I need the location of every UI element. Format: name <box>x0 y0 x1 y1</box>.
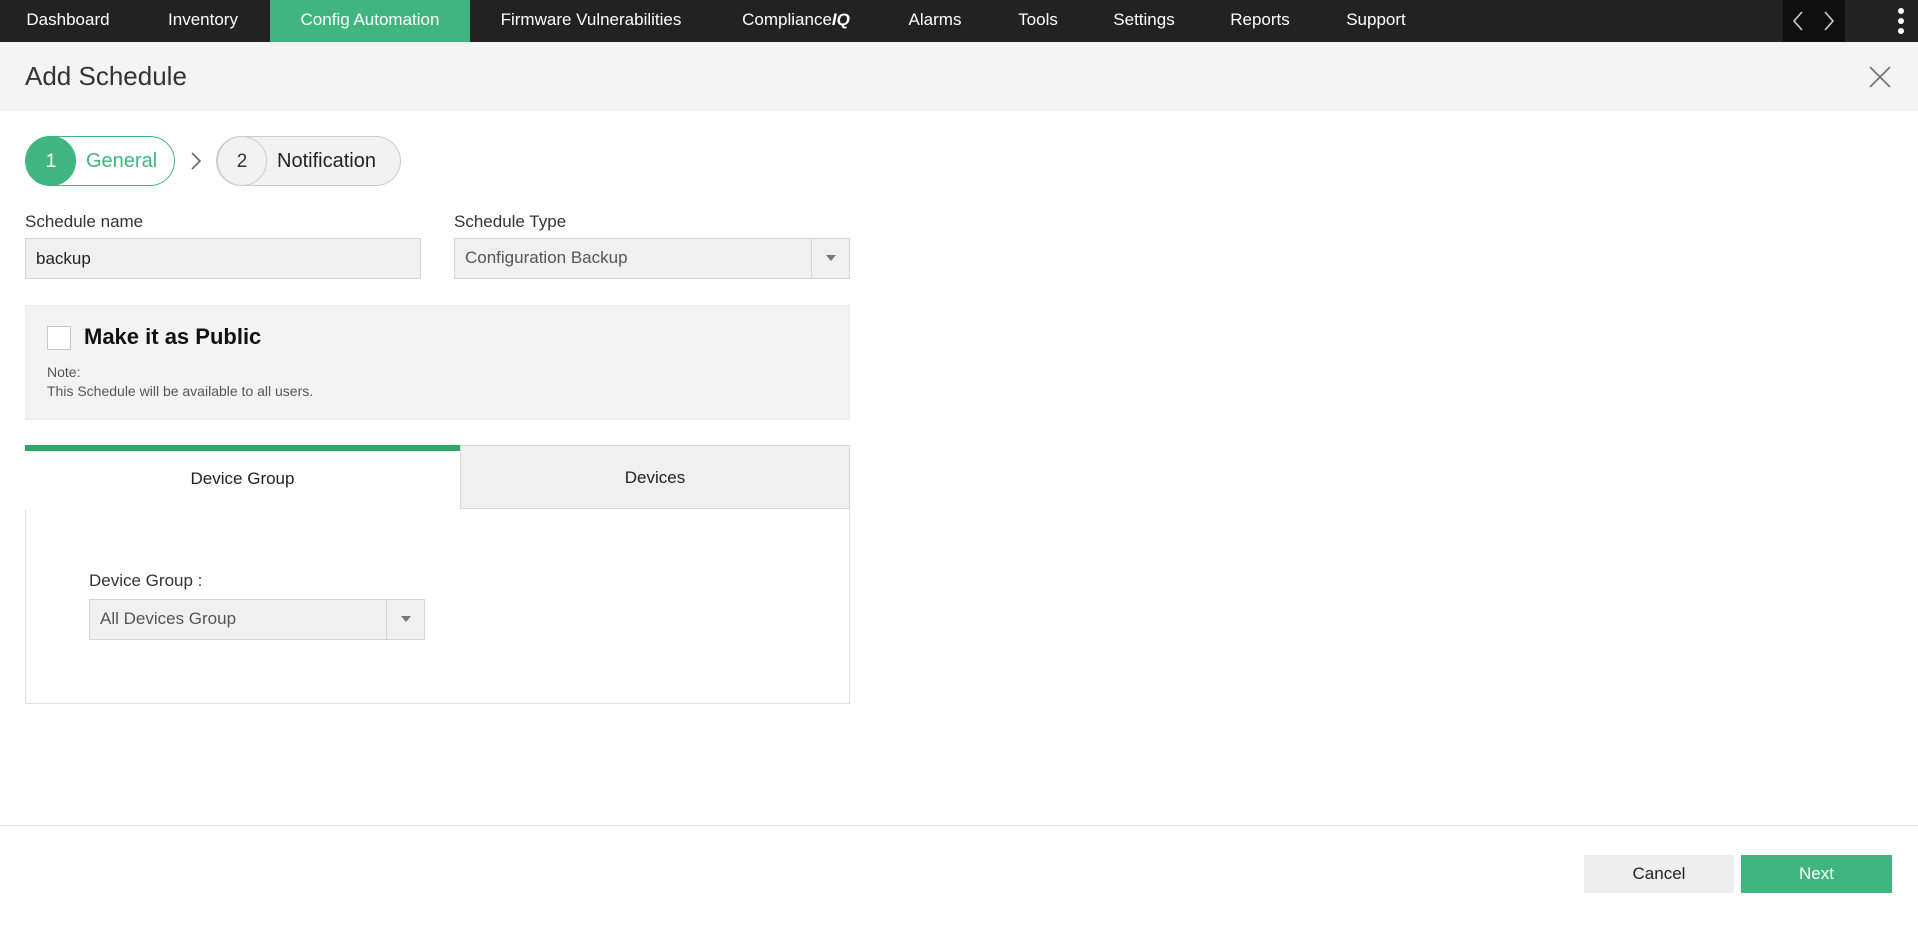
step-label: General <box>86 150 158 172</box>
step-general[interactable]: 1 General <box>25 136 175 186</box>
next-button[interactable]: Next <box>1741 855 1892 893</box>
device-group-select[interactable]: All Devices Group <box>89 599 425 640</box>
nav-scroll-arrows <box>1783 0 1845 42</box>
nav-tab-firmware-vulnerabilities[interactable]: Firmware Vulnerabilities <box>470 0 712 42</box>
chevron-left-icon[interactable] <box>1783 0 1814 42</box>
top-navigation-bar: Dashboard Inventory Config Automation Fi… <box>0 0 1918 42</box>
chevron-right-icon <box>190 151 202 171</box>
step-notification[interactable]: 2 Notification <box>216 136 401 186</box>
schedule-type-select[interactable]: Configuration Backup <box>454 238 850 279</box>
close-icon[interactable] <box>1866 63 1894 91</box>
nav-tab-reports[interactable]: Reports <box>1202 0 1318 42</box>
nav-tab-alarms[interactable]: Alarms <box>880 0 990 42</box>
step-number: 2 <box>217 136 267 186</box>
schedule-type-value: Configuration Backup <box>465 248 628 267</box>
tab-devices[interactable]: Devices <box>460 445 850 509</box>
footer-divider <box>0 825 1918 826</box>
schedule-type-label: Schedule Type <box>454 212 567 231</box>
nav-tab-dashboard[interactable]: Dashboard <box>0 0 136 42</box>
device-group-label: Device Group : <box>89 571 203 590</box>
step-number: 1 <box>26 136 76 186</box>
chevron-right-icon[interactable] <box>1814 0 1845 42</box>
nav-tab-config-automation[interactable]: Config Automation <box>270 0 470 42</box>
nav-tab-settings[interactable]: Settings <box>1086 0 1202 42</box>
page-title: Add Schedule <box>25 61 187 91</box>
cancel-button[interactable]: Cancel <box>1584 855 1734 893</box>
nav-tab-compliance-label: Compliance <box>742 10 832 29</box>
step-label: Notification <box>277 150 376 172</box>
page-header: Add Schedule <box>0 42 1918 111</box>
note-text: This Schedule will be available to all u… <box>47 383 314 399</box>
make-public-checkbox[interactable] <box>47 326 71 350</box>
note-title: Note: <box>47 364 81 380</box>
nav-tab-inventory[interactable]: Inventory <box>136 0 270 42</box>
tab-device-group[interactable]: Device Group <box>25 445 460 509</box>
device-group-value: All Devices Group <box>100 609 237 628</box>
chevron-down-icon <box>386 600 424 639</box>
nav-tab-compliance-iq-suffix: IQ <box>831 10 850 29</box>
kebab-menu-icon[interactable] <box>1894 8 1908 34</box>
nav-tab-support[interactable]: Support <box>1318 0 1434 42</box>
schedule-name-label: Schedule name <box>25 212 144 231</box>
make-public-label: Make it as Public <box>84 324 262 349</box>
schedule-name-input[interactable] <box>25 238 421 279</box>
chevron-down-icon <box>811 239 849 278</box>
nav-tab-compliance-iq[interactable]: ComplianceIQ <box>712 0 880 42</box>
public-option-panel: Make it as Public Note: This Schedule wi… <box>25 305 850 420</box>
nav-tab-tools[interactable]: Tools <box>990 0 1086 42</box>
